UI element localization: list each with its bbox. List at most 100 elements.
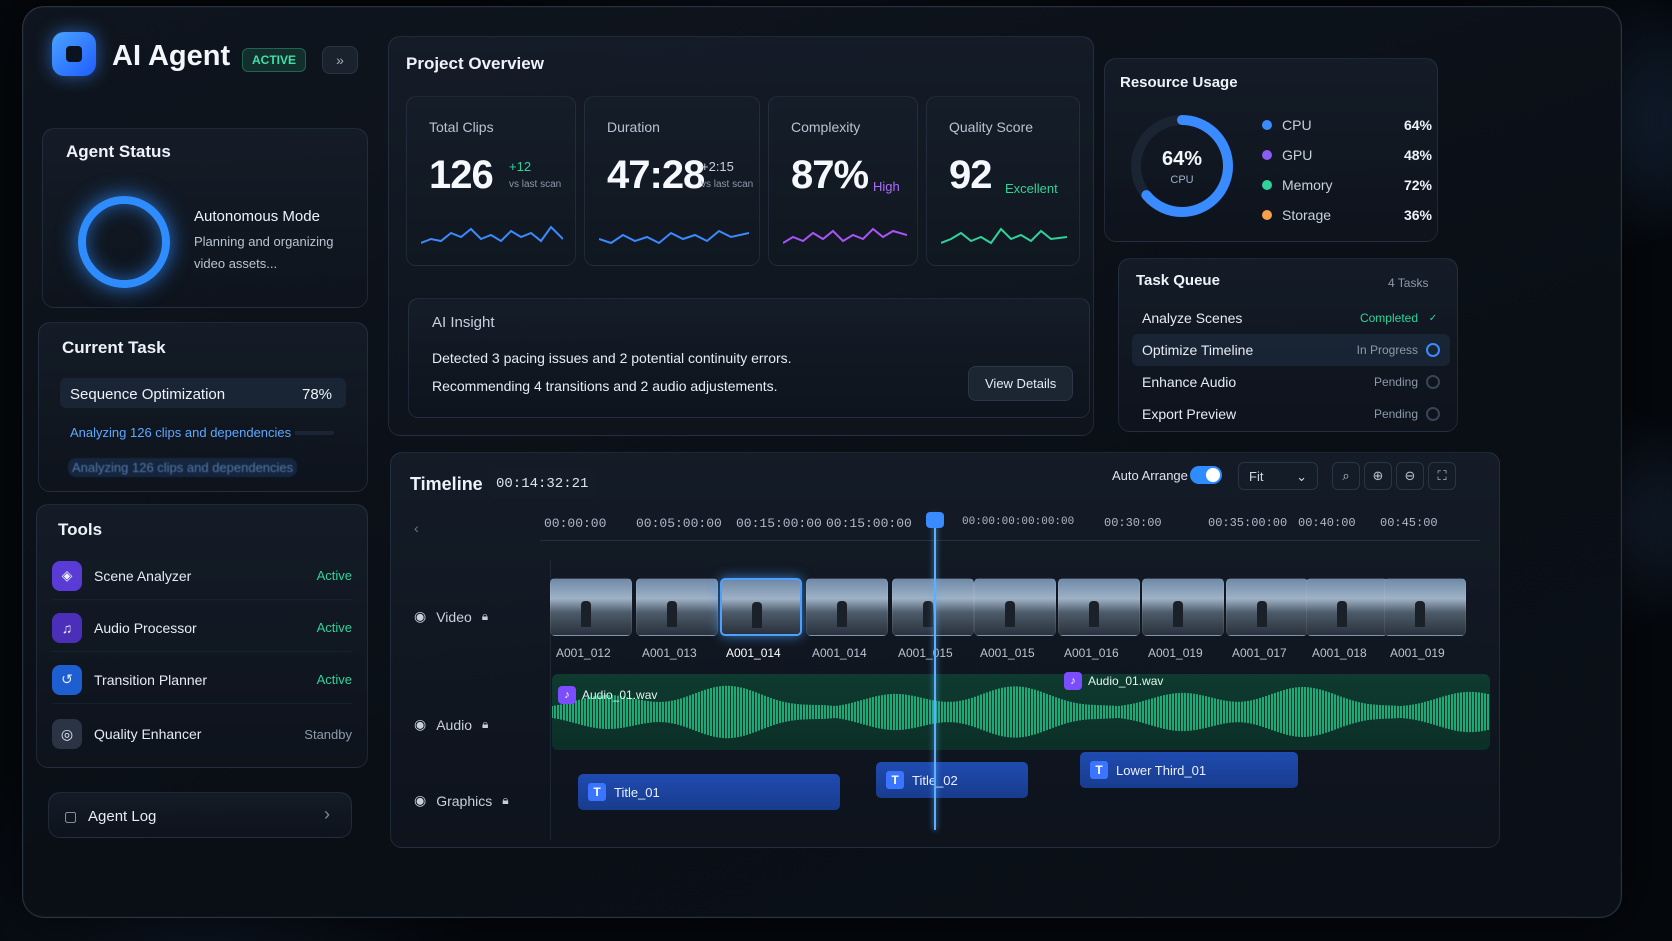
- task-detail: Analyzing 126 clips and dependencies: [70, 425, 296, 440]
- check-icon: ✓: [1428, 312, 1438, 324]
- pending-icon: [1426, 407, 1440, 421]
- sparkline-duration: [599, 229, 749, 245]
- task-export-preview[interactable]: Export Preview Pending: [1132, 398, 1450, 430]
- zoom-out-button[interactable]: ⊖: [1396, 462, 1424, 490]
- sparkline-clips: [421, 225, 563, 244]
- resource-usage-title: Resource Usage: [1120, 74, 1238, 91]
- eye-icon[interactable]: ◉: [414, 792, 426, 809]
- eye-icon[interactable]: ◉: [414, 608, 426, 625]
- timeline-timecode: 00:14:32:21: [488, 470, 597, 498]
- agent-description-1: Planning and organizing: [194, 234, 334, 249]
- video-clip-name: A001_014: [812, 646, 867, 660]
- task-enhance-audio[interactable]: Enhance Audio Pending: [1132, 366, 1450, 398]
- zoom-out-icon: ⊖: [1404, 468, 1416, 483]
- video-clip-name: A001_019: [1390, 646, 1445, 660]
- task-analyze-scenes[interactable]: Analyze Scenes Completed ✓: [1132, 302, 1450, 334]
- view-details-button[interactable]: View Details: [968, 366, 1074, 401]
- sparkline-quality: [941, 227, 1067, 245]
- video-clip-thumbnail[interactable]: [636, 578, 718, 636]
- zoom-in-icon: ⊕: [1372, 468, 1384, 483]
- audio-track-clip[interactable]: [552, 674, 1490, 750]
- video-clip-thumbnail[interactable]: [1306, 578, 1388, 636]
- lock-icon[interactable]: 🔒︎: [482, 717, 488, 732]
- graphics-clip-lower-third[interactable]: T Lower Third_01: [1080, 752, 1298, 788]
- text-icon: T: [886, 771, 904, 789]
- track-graphics-label: ◉ Graphics 🔒︎: [414, 792, 509, 809]
- agent-mode: Autonomous Mode: [194, 208, 320, 225]
- current-task-title: Current Task: [62, 338, 166, 357]
- auto-arrange-toggle[interactable]: [1190, 466, 1222, 484]
- log-icon: ▢: [64, 808, 78, 824]
- search-button[interactable]: ⌕: [1332, 462, 1360, 490]
- video-clip-thumbnail[interactable]: [974, 578, 1056, 636]
- video-clip-name: A001_013: [642, 646, 697, 660]
- tool-quality-enhancer[interactable]: ◎ Quality Enhancer Standby: [52, 710, 352, 758]
- ai-insight-title: AI Insight: [432, 314, 495, 331]
- agent-activity-ring: [78, 196, 170, 288]
- stat-quality-score: Quality Score 92 Excellent: [926, 96, 1080, 266]
- video-clip-name: A001_012: [556, 646, 611, 660]
- audio-waveform: [552, 685, 1489, 739]
- fullscreen-button[interactable]: ⛶: [1428, 462, 1456, 490]
- resource-memory: Memory 72%: [1262, 174, 1432, 196]
- pending-icon: [1426, 375, 1440, 389]
- video-clip-thumbnail[interactable]: [720, 578, 802, 636]
- playhead[interactable]: [934, 514, 936, 830]
- text-icon: T: [1090, 761, 1108, 779]
- resource-storage: Storage 36%: [1262, 204, 1432, 226]
- chevron-down-icon: ⌄: [1296, 469, 1307, 484]
- audio-clip-2[interactable]: ♪ Audio_01.wav: [1064, 672, 1163, 690]
- tools-title: Tools: [58, 520, 103, 539]
- spinner-icon: [1426, 343, 1440, 357]
- ruler-line: [540, 540, 1480, 541]
- graphics-clip-title-01[interactable]: T Title_01: [578, 774, 840, 810]
- task-optimize-timeline[interactable]: Optimize Timeline In Progress: [1132, 334, 1450, 366]
- back-arrow-icon[interactable]: ‹: [414, 520, 419, 536]
- video-clip-thumbnail[interactable]: [1058, 578, 1140, 636]
- graphics-clip-title-02[interactable]: TTitle_02: [876, 762, 1028, 798]
- scene-analyzer-icon: ◈: [52, 560, 82, 591]
- status-badge: ACTIVE: [242, 48, 307, 72]
- tool-audio-processor[interactable]: ♫ Audio Processor Active: [52, 604, 352, 652]
- stat-total-clips: Total Clips 126 +12 vs last scan: [406, 96, 576, 266]
- task-detail-ghost: Analyzing 126 clips and dependencies: [68, 458, 298, 477]
- video-clip-thumbnail[interactable]: [892, 578, 974, 636]
- gauge-value: 64%: [1161, 148, 1203, 170]
- waveform-path: [552, 685, 1489, 739]
- video-clip-thumbnail[interactable]: [1384, 578, 1466, 636]
- search-icon: ⌕: [1342, 468, 1350, 483]
- chevrons-right-icon: »: [336, 52, 344, 68]
- zoom-select[interactable]: Fit ⌄: [1238, 462, 1318, 490]
- stat-complexity: Complexity 87% High: [768, 96, 918, 266]
- task-queue-title: Task Queue: [1136, 272, 1220, 289]
- video-clip-thumbnail[interactable]: [806, 578, 888, 636]
- text-icon: T: [588, 783, 606, 801]
- transition-planner-icon: ↺: [52, 664, 82, 695]
- tool-scene-analyzer[interactable]: ◈ Scene Analyzer Active: [52, 552, 352, 600]
- chevron-right-icon: ›: [324, 804, 330, 824]
- audio-processor-icon: ♫: [52, 612, 82, 643]
- quality-enhancer-icon: ◎: [52, 719, 82, 749]
- audio-clip-1[interactable]: ♪ Audio_01.wav: [558, 686, 657, 704]
- lock-icon[interactable]: 🔒︎: [502, 793, 508, 808]
- sparkline-complexity: [783, 227, 907, 244]
- zoom-in-button[interactable]: ⊕: [1364, 462, 1392, 490]
- stat-duration: Duration 47:28 +2:15 vs last scan: [584, 96, 760, 266]
- expand-button[interactable]: »: [322, 46, 358, 74]
- video-clip-name: A001_018: [1312, 646, 1367, 660]
- gauge-label: CPU: [1170, 174, 1194, 186]
- eye-icon[interactable]: ◉: [414, 716, 426, 733]
- video-clip-thumbnail[interactable]: [1226, 578, 1308, 636]
- video-clip-thumbnail[interactable]: [550, 578, 632, 636]
- tool-transition-planner[interactable]: ↺ Transition Planner Active: [52, 656, 352, 704]
- video-clip-name: A001_017: [1232, 646, 1287, 660]
- audio-clip-icon: ♪: [1064, 672, 1082, 690]
- video-clip-name: A001_015: [980, 646, 1035, 660]
- video-clip-name: A001_015: [898, 646, 953, 660]
- resource-cpu: CPU 64%: [1262, 114, 1432, 136]
- track-audio-label: ◉ Audio 🔒︎: [414, 716, 489, 733]
- video-clip-thumbnail[interactable]: [1142, 578, 1224, 636]
- playhead-handle[interactable]: [926, 512, 944, 528]
- video-clip-name: A001_016: [1064, 646, 1119, 660]
- lock-icon[interactable]: 🔒︎: [482, 609, 488, 624]
